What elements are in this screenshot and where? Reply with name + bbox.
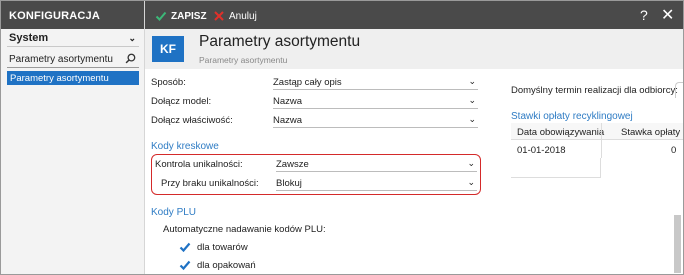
kontrola-label: Kontrola unikalności: <box>155 159 243 170</box>
dolacz-model-select[interactable]: Nazwa ⌄ <box>273 94 478 109</box>
dolacz-model-value: Nazwa <box>273 96 303 107</box>
default-term-field[interactable] <box>675 82 683 98</box>
page-subtitle: Parametry asortymentu <box>199 55 288 65</box>
sidebar-item-parametry-asortymentu[interactable]: Parametry asortymentu <box>7 71 139 85</box>
check-towary-label: dla towarów <box>197 241 248 253</box>
chevron-down-icon: ⌄ <box>468 76 476 86</box>
sidebar: KONFIGURACJA System ⌄ Parametry asortyme… <box>1 1 145 274</box>
dolacz-wlasciwosc-label: Dołącz właściwość: <box>151 115 233 126</box>
kontrola-select[interactable]: Zawsze ⌄ <box>276 157 477 172</box>
scrollbar-thumb[interactable] <box>674 215 681 273</box>
page-header: KF Parametry asortymentu Parametry asort… <box>145 29 683 69</box>
plu-section-title: Kody PLU <box>151 207 197 218</box>
recycling-section-title: Stawki opłaty recyklingowej <box>511 111 633 122</box>
przy-braku-label: Przy braku unikalności: <box>161 178 259 189</box>
chevron-down-icon: ⌄ <box>468 95 476 105</box>
dolacz-wlasciwosc-select[interactable]: Nazwa ⌄ <box>273 113 478 128</box>
search-icon[interactable] <box>125 53 136 64</box>
kontrola-value: Zawsze <box>276 159 309 170</box>
checkmark-icon <box>155 11 167 21</box>
category-dropdown-value: System <box>9 32 49 44</box>
cell-date[interactable]: 01-01-2018 <box>517 145 566 156</box>
dolacz-model-label: Dołącz model: <box>151 96 212 107</box>
przy-braku-select[interactable]: Blokuj ⌄ <box>276 176 477 191</box>
save-label: ZAPISZ <box>171 10 207 22</box>
category-dropdown[interactable]: System ⌄ <box>7 31 139 47</box>
sposob-label: Sposób: <box>151 77 186 88</box>
checkbox-checked-icon[interactable] <box>179 241 191 253</box>
table-header-row: Data obowiązywania Stawka opłaty <box>511 123 683 140</box>
chevron-down-icon: ⌄ <box>128 33 136 43</box>
auto-plu-label: Automatyczne nadawanie kodów PLU: <box>163 224 326 235</box>
sposob-select[interactable]: Zastąp cały opis ⌄ <box>273 75 478 90</box>
column-header-rate[interactable]: Stawka opłaty <box>621 127 680 138</box>
default-term-label: Domyślny termin realizacji dla odbiorcy: <box>511 85 678 96</box>
module-badge: KF <box>152 36 184 62</box>
save-button[interactable]: ZAPISZ <box>155 9 207 23</box>
cell-rate[interactable]: 0 <box>671 145 676 156</box>
cancel-label: Anuluj <box>229 10 257 22</box>
dolacz-wlasciwosc-value: Nazwa <box>273 115 303 126</box>
main-content: Sposób: Zastąp cały opis ⌄ Dołącz model:… <box>145 69 683 274</box>
chevron-down-icon: ⌄ <box>467 158 475 168</box>
close-x-icon <box>214 11 224 21</box>
empty-row[interactable] <box>511 158 601 178</box>
search-input[interactable]: Parametry asortymentu <box>7 52 139 68</box>
sidebar-title: KONFIGURACJA <box>1 1 144 29</box>
help-button[interactable]: ? <box>640 7 648 23</box>
table-row[interactable]: 01-01-2018 0 <box>511 141 683 158</box>
cancel-button[interactable]: Anuluj <box>213 9 257 23</box>
chevron-down-icon: ⌄ <box>468 114 476 124</box>
search-input-value: Parametry asortymentu <box>9 54 113 65</box>
chevron-down-icon: ⌄ <box>467 177 475 187</box>
przy-braku-value: Blokuj <box>276 178 302 189</box>
column-header-date[interactable]: Data obowiązywania <box>517 127 604 138</box>
sposob-value: Zastąp cały opis <box>273 77 342 88</box>
toolbar: ZAPISZ Anuluj ? ✕ <box>145 1 683 29</box>
barcodes-section-title: Kody kreskowe <box>151 141 219 152</box>
check-opakowania[interactable]: dla opakowań <box>179 258 256 272</box>
check-opakowania-label: dla opakowań <box>197 259 256 271</box>
close-button[interactable]: ✕ <box>661 5 674 25</box>
page-title: Parametry asortymentu <box>199 33 361 50</box>
app-window: KONFIGURACJA System ⌄ Parametry asortyme… <box>0 0 684 275</box>
check-towary[interactable]: dla towarów <box>179 240 248 254</box>
checkbox-checked-icon[interactable] <box>179 259 191 271</box>
